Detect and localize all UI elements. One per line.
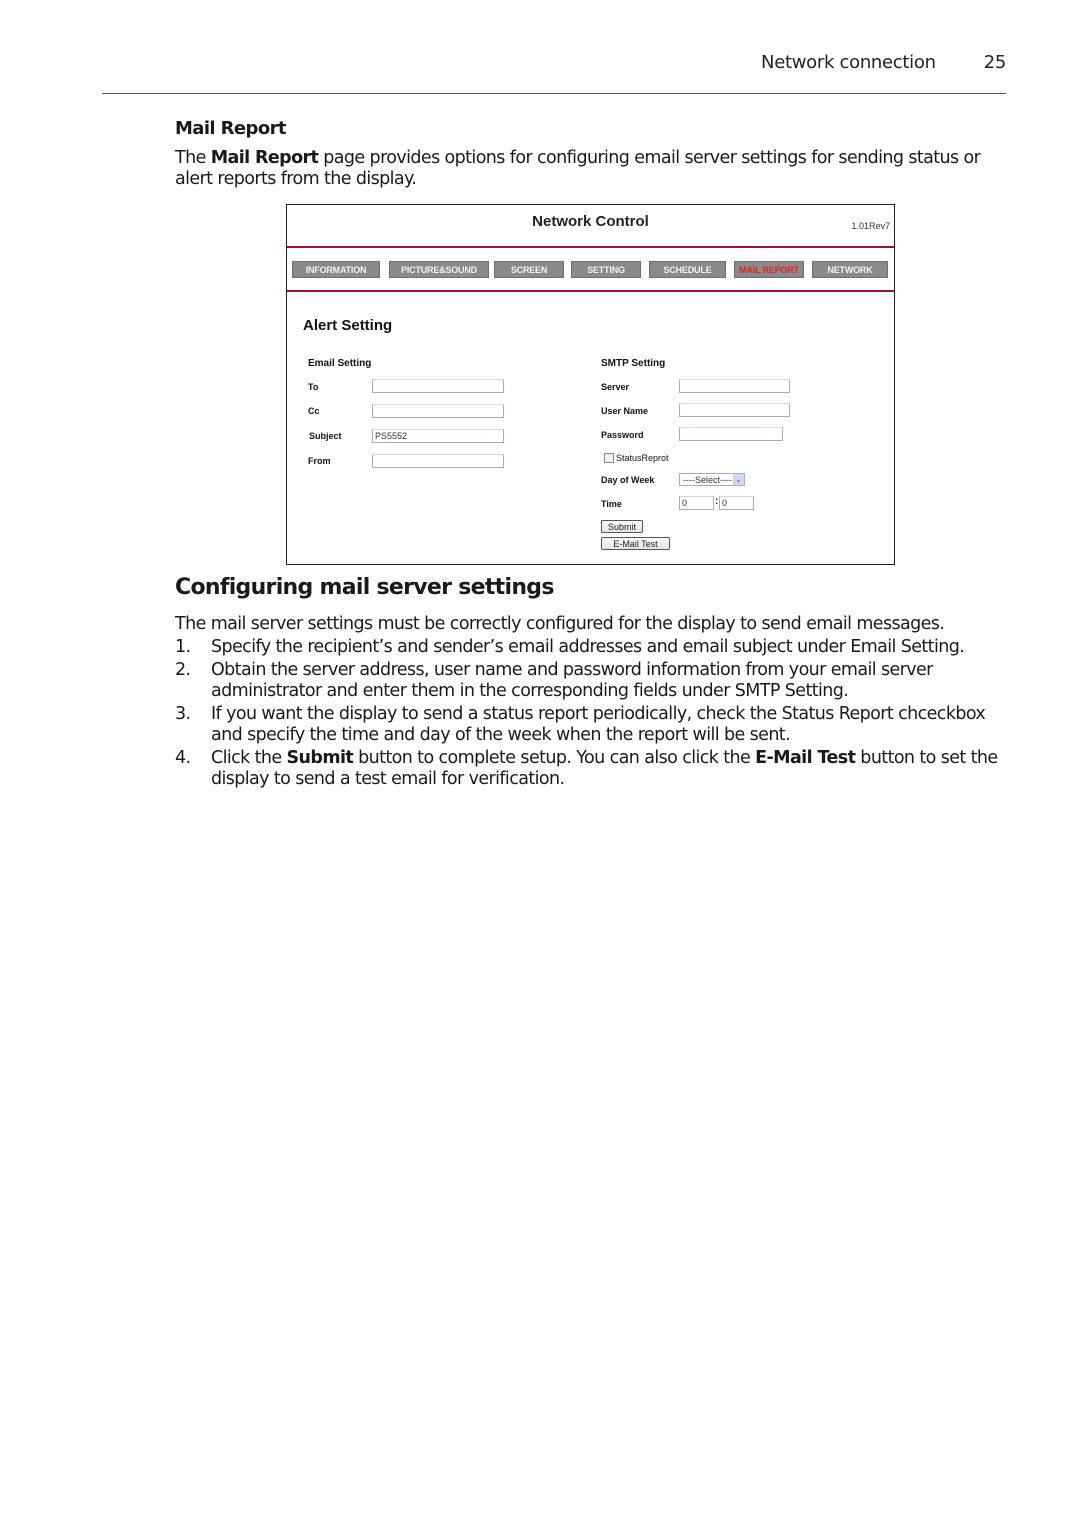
step-text: Obtain the server address, user name and… [211,660,933,701]
app-title: Network Control [532,213,649,230]
network-control-screenshot: Network Control 1.01Rev7 INFORMATION PIC… [286,204,895,565]
intro-text: The [175,148,211,168]
to-input[interactable] [372,379,504,393]
to-label: To [308,382,319,392]
server-input[interactable] [679,379,790,393]
tab-picture-sound[interactable]: PICTURE&SOUND [389,261,489,278]
smtp-setting-heading: SMTP Setting [601,358,666,369]
list-item: 2. Obtain the server address, user name a… [175,660,1005,702]
password-input[interactable] [679,427,783,441]
tab-setting[interactable]: SETTING [571,261,641,278]
step-text: Specify the recipient’s and sender’s ema… [211,637,965,657]
tab-screen[interactable]: SCREEN [494,261,564,278]
version-label: 1.01Rev7 [851,221,890,231]
header-rule [102,93,1006,94]
time-label: Time [601,499,622,509]
status-report-checkbox[interactable] [604,453,614,463]
time-separator: : [715,496,719,507]
username-label: User Name [601,406,649,416]
mail-report-heading: Mail Report [175,118,286,139]
list-item: 4. Click the Submit button to complete se… [175,748,1005,790]
step-bold: E-Mail Test [755,748,856,768]
tab-information[interactable]: INFORMATION [292,261,380,278]
steps-list: 1. Specify the recipient’s and sender’s e… [175,637,1005,790]
cc-input[interactable] [372,404,504,418]
day-of-week-select[interactable]: ----Select---- ⌄ [679,473,745,486]
status-report-label: StatusReprot [616,453,669,463]
tab-mail-report[interactable]: MAIL REPORT [734,261,804,278]
chevron-down-icon[interactable]: ⌄ [733,474,744,485]
password-label: Password [601,430,644,440]
time-minute-input[interactable]: 0 [719,496,754,510]
day-of-week-label: Day of Week [601,475,655,485]
cc-label: Cc [308,406,320,416]
configuring-intro: The mail server settings must be correct… [175,614,945,634]
step-number: 4. [175,748,191,768]
page-number: 25 [983,52,1007,73]
configuring-steps: The mail server settings must be correct… [175,614,1005,792]
step-bold: Submit [286,748,354,768]
configuring-heading: Configuring mail server settings [175,575,554,600]
step-number: 1. [175,637,191,657]
submit-button[interactable]: Submit [601,520,643,533]
tab-network[interactable]: NETWORK [812,261,888,278]
from-label: From [308,456,331,466]
accent-divider [287,290,894,292]
step-text: If you want the display to send a status… [211,704,986,745]
step-text: Click the [211,748,287,768]
server-label: Server [601,382,630,392]
accent-divider [287,246,894,248]
nav-bar: INFORMATION PICTURE&SOUND SCREEN SETTING… [292,261,889,279]
step-number: 3. [175,704,191,724]
subject-input[interactable]: PS5552 [372,429,504,443]
email-test-button[interactable]: E-Mail Test [601,537,670,550]
step-text: button to complete setup. You can also c… [353,748,756,768]
intro-bold: Mail Report [210,148,319,168]
list-item: 3. If you want the display to send a stat… [175,704,1005,746]
step-number: 2. [175,660,191,680]
day-of-week-value: ----Select---- [683,475,732,485]
list-item: 1. Specify the recipient’s and sender’s e… [175,637,1005,658]
email-setting-heading: Email Setting [308,358,372,369]
running-head: Network connection 25 [0,52,1006,73]
mail-report-intro: The Mail Report page provides options fo… [175,148,1005,190]
username-input[interactable] [679,403,790,417]
time-hour-input[interactable]: 0 [679,496,714,510]
tab-schedule[interactable]: SCHEDULE [649,261,726,278]
section-name: Network connection [761,52,936,73]
alert-setting-title: Alert Setting [303,317,393,334]
subject-label: Subject [309,431,342,441]
from-input[interactable] [372,454,504,468]
